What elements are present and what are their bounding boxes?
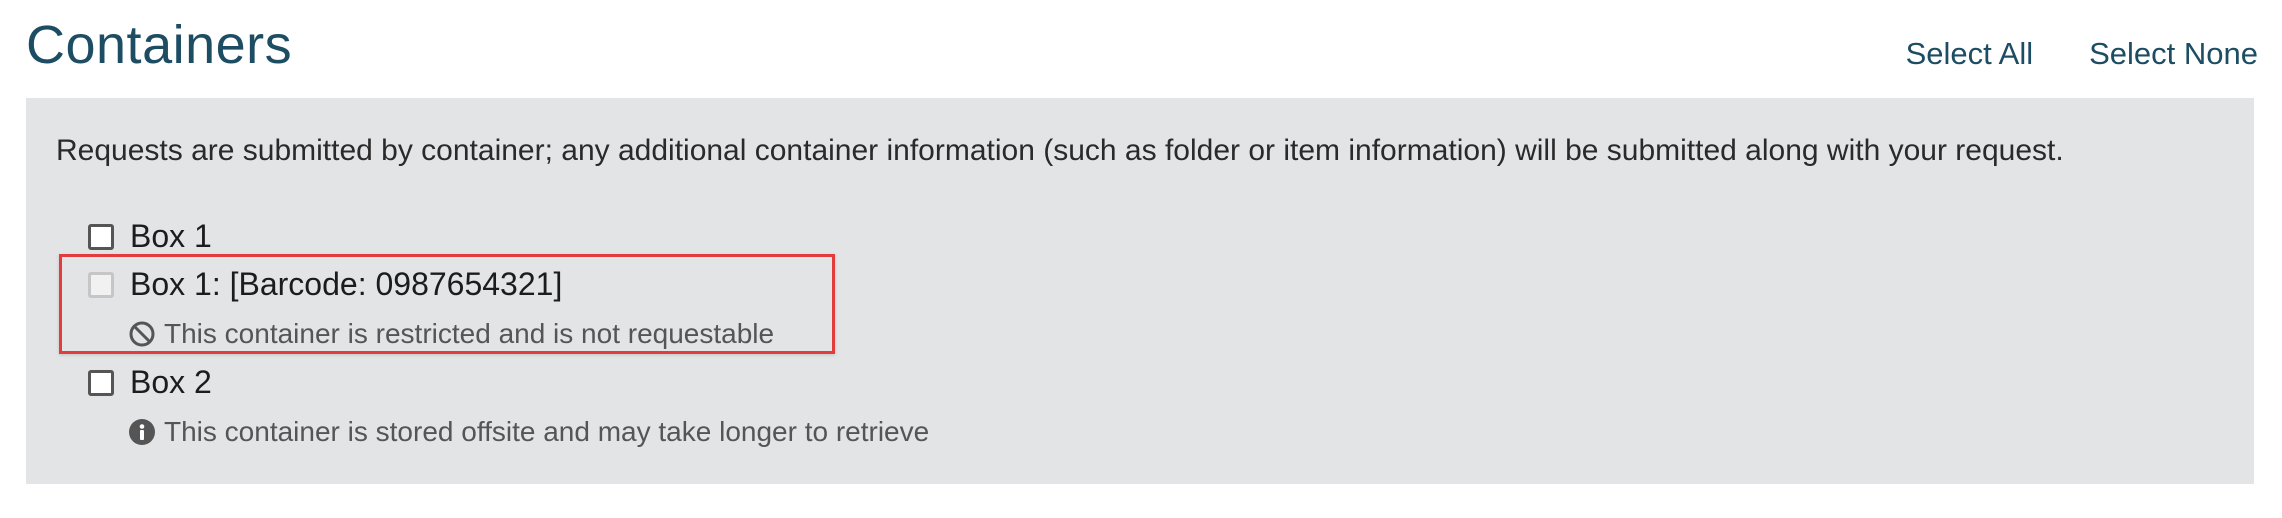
select-all-link[interactable]: Select All	[1906, 36, 2034, 72]
containers-panel: Requests are submitted by container; any…	[26, 98, 2254, 484]
info-icon	[129, 419, 155, 445]
container-label: Box 2	[130, 364, 212, 400]
container-checkbox[interactable]	[88, 369, 114, 396]
offsite-note: This container is stored offsite and may…	[128, 416, 929, 448]
page-title: Containers	[26, 15, 293, 75]
container-row-box-1[interactable]: Box 1	[88, 218, 212, 255]
offsite-note-text: This container is stored offsite and may…	[164, 416, 930, 447]
select-none-link[interactable]: Select None	[2089, 36, 2258, 72]
container-label: Box 1	[130, 218, 212, 254]
highlight-box	[59, 254, 835, 354]
instructions-text: Requests are submitted by container; any…	[56, 134, 2064, 167]
selection-actions: Select All Select None	[1906, 36, 2258, 72]
container-row-box-2[interactable]: Box 2	[88, 364, 212, 401]
container-checkbox[interactable]	[88, 223, 114, 250]
